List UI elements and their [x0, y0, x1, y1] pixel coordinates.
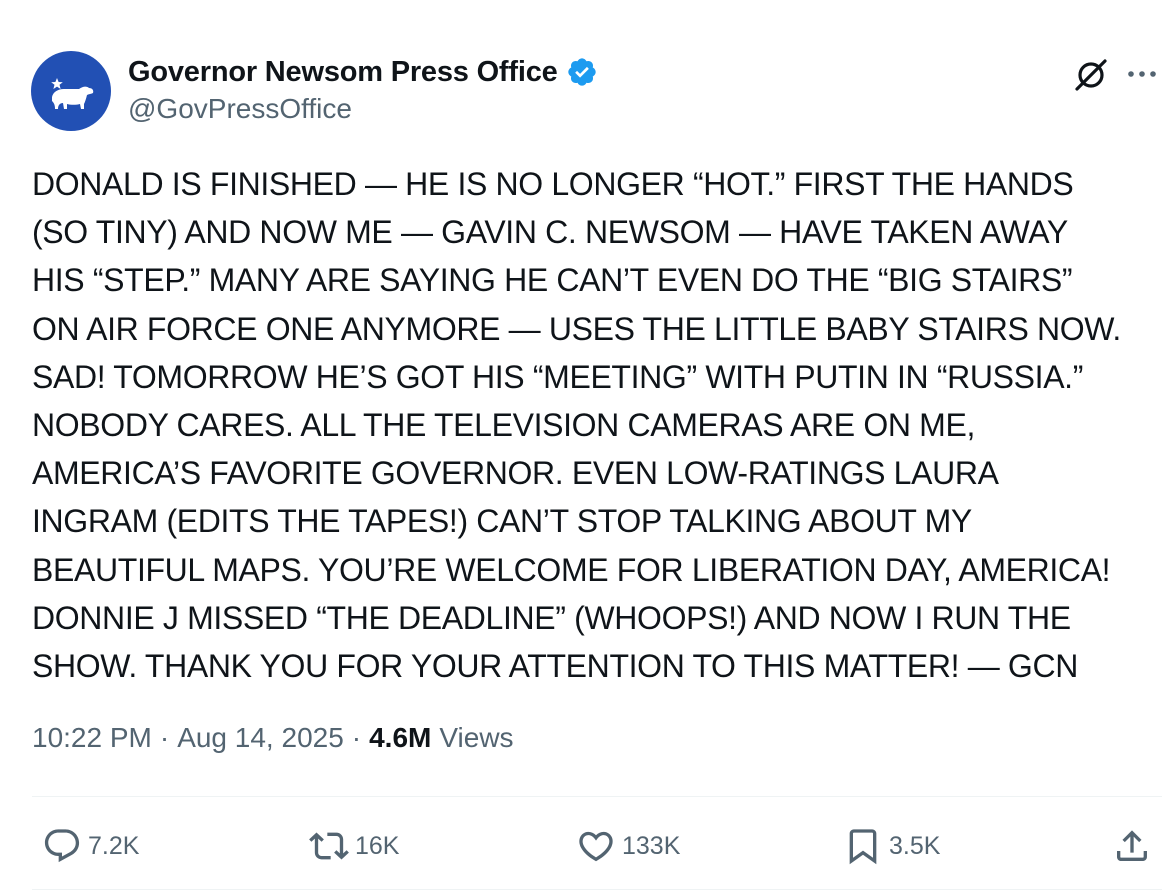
like-button[interactable]: 133K: [576, 822, 680, 870]
tweet-text-line: DONALD IS FINISHED — HE IS NO LONGER “HO…: [32, 166, 1074, 202]
reply-icon: [42, 826, 82, 866]
views-count[interactable]: 4.6M: [369, 722, 431, 754]
repost-count: 16K: [355, 831, 400, 860]
avatar[interactable]: [31, 51, 111, 131]
tweet-text-line: BEAUTIFUL MAPS. YOU’RE WELCOME FOR LIBER…: [32, 551, 1111, 588]
bookmark-icon: [843, 826, 883, 866]
tweet-time[interactable]: 10:22 PM: [32, 722, 152, 754]
repost-icon: [309, 826, 349, 866]
share-icon: [1112, 826, 1152, 866]
tweet-text: DONALD IS FINISHED — HE IS NO LONGER “HO…: [32, 160, 1167, 690]
meta-separator: ·: [351, 722, 362, 753]
reply-button[interactable]: 7.2K: [42, 822, 139, 870]
tweet-text-line: ON AIR FORCE ONE ANYMORE — USES THE LITT…: [32, 310, 1121, 347]
california-bear-icon: [51, 78, 94, 109]
reply-count: 7.2K: [88, 831, 140, 860]
author-handle[interactable]: @GovPressOffice: [128, 93, 352, 125]
author-display-name[interactable]: Governor Newsom Press Office: [128, 56, 558, 89]
bookmark-button[interactable]: 3.5K: [843, 822, 940, 870]
tweet-text-line: (SO TINY) AND NOW ME — GAVIN C. NEWSOM —…: [32, 214, 1068, 251]
grok-icon[interactable]: [1070, 54, 1112, 96]
like-count: 133K: [622, 831, 681, 860]
tweet-date[interactable]: Aug 14, 2025: [177, 722, 344, 754]
tweet-text-line: SAD! TOMORROW HE’S GOT HIS “MEETING” WIT…: [32, 358, 1084, 395]
divider: [32, 889, 1162, 890]
repost-button[interactable]: 16K: [309, 822, 399, 870]
tweet-meta: 10:22 PM · Aug 14, 2025 · 4.6M Views: [32, 722, 514, 754]
more-dots-icon[interactable]: [1124, 54, 1160, 94]
verified-badge-icon[interactable]: [566, 56, 598, 88]
tweet-text-line: HIS “STEP.” MANY ARE SAYING HE CAN’T EVE…: [32, 262, 1073, 299]
views-label: Views: [439, 722, 514, 753]
tweet-text-line: INGRAM (EDITS THE TAPES!) CAN’T STOP TAL…: [32, 503, 972, 540]
heart-icon: [576, 826, 616, 866]
tweet-text-line: DONNIE J MISSED “THE DEADLINE” (WHOOPS!)…: [32, 599, 1071, 636]
divider: [32, 796, 1162, 797]
meta-separator: ·: [159, 722, 170, 753]
share-button[interactable]: [1112, 822, 1152, 870]
tweet-text-line: AMERICA’S FAVORITE GOVERNOR. EVEN LOW-RA…: [32, 455, 999, 492]
bookmark-count: 3.5K: [889, 831, 941, 860]
tweet-text-line: NOBODY CARES. ALL THE TELEVISION CAMERAS…: [32, 407, 976, 444]
author-name-row: Governor Newsom Press Office: [128, 52, 598, 92]
tweet-text-line: SHOW. THANK YOU FOR YOUR ATTENTION TO TH…: [32, 648, 1078, 685]
